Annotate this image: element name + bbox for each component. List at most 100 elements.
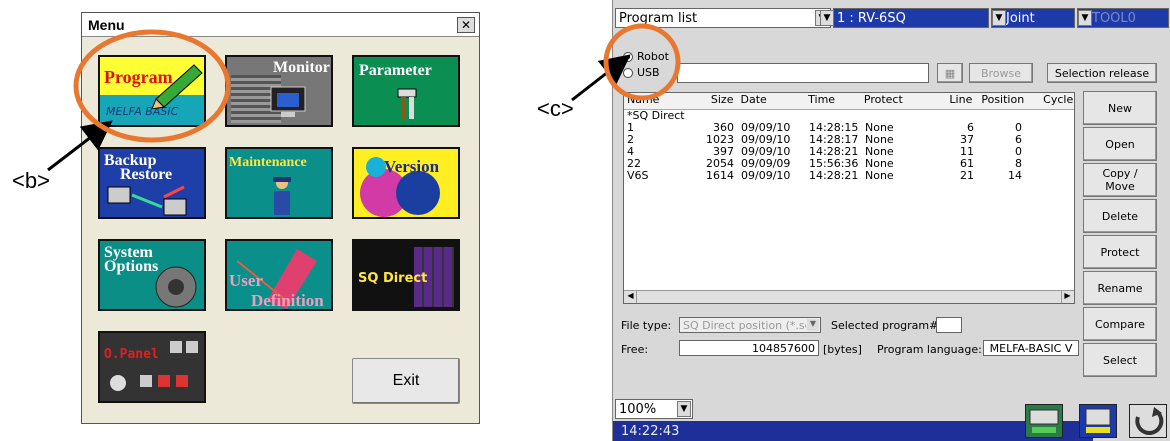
table-row[interactable]: *SQ Direct: [624, 110, 1074, 122]
zoom-value: 100%: [619, 401, 657, 417]
menu-button[interactable]: [1079, 404, 1117, 438]
monitor-icon: [270, 86, 306, 117]
menu-window: Menu ✕ Program MELFA BASIC Monitor Param…: [81, 12, 480, 424]
new-button[interactable]: New: [1083, 91, 1157, 125]
robot-radio-button[interactable]: [623, 51, 633, 62]
table-row[interactable]: 2 1023 09/09/10 14:28:17 None 37 6: [624, 134, 1074, 146]
column-header[interactable]: Protect: [861, 93, 929, 109]
chevron-down-icon[interactable]: ▼: [807, 319, 819, 331]
open-button[interactable]: Open: [1083, 127, 1157, 161]
robot-radio[interactable]: Robot: [623, 50, 669, 63]
zoom-combo[interactable]: 100% ▼: [615, 399, 693, 419]
column-header[interactable]: Cycle: [1040, 93, 1074, 109]
jog-mode-value: Joint: [1006, 10, 1035, 26]
maintenance-tile[interactable]: Maintenance: [225, 147, 333, 219]
table-cell: 0: [1015, 146, 1022, 158]
user-definition-tile[interactable]: User Definition: [225, 239, 333, 311]
menu-icon: [1085, 408, 1111, 433]
column-header[interactable]: Size: [686, 93, 738, 109]
selection-release-button[interactable]: Selection release: [1047, 63, 1157, 83]
table-row[interactable]: 4 397 09/09/10 14:28:21 None 11 0: [624, 146, 1074, 158]
horizontal-scrollbar[interactable]: ◀ ▶: [624, 290, 1074, 303]
delete-button[interactable]: Delete: [1083, 199, 1157, 233]
chevron-down-icon[interactable]: ▼: [1078, 10, 1092, 26]
robot-combo[interactable]: 1 : RV-6SQ ▼: [820, 8, 989, 28]
sq-direct-tile[interactable]: SQ Direct: [352, 239, 460, 311]
gear-icon: [155, 266, 197, 308]
column-header[interactable]: Time: [805, 93, 861, 109]
menu-titlebar: Menu ✕: [82, 13, 479, 37]
program-file-list[interactable]: Name Size Date Time Protect Line Positio…: [623, 92, 1075, 304]
table-cell: 14:28:17: [809, 134, 859, 146]
exit-button[interactable]: Exit: [352, 358, 460, 404]
version-tile[interactable]: Version: [352, 147, 460, 219]
chevron-down-icon[interactable]: ▼: [992, 10, 1006, 26]
compare-button[interactable]: Compare: [1083, 307, 1157, 341]
table-row[interactable]: 22 2054 09/09/09 15:56:36 None 61 8: [624, 158, 1074, 170]
column-header[interactable]: Position: [978, 93, 1040, 109]
annotation-c-label: <c>: [537, 96, 574, 121]
table-cell: 4: [627, 146, 634, 158]
file-type-select[interactable]: SQ Direct position (*.sdp ▼: [679, 317, 821, 333]
parameter-label: Parameter: [359, 62, 432, 79]
selected-program-input[interactable]: [936, 317, 962, 333]
program-tile[interactable]: Program MELFA BASIC: [98, 55, 206, 127]
column-header[interactable]: Name: [624, 93, 686, 109]
table-cell: 397: [713, 146, 734, 158]
table-cell: 09/09/10: [741, 122, 791, 134]
table-cell: 22: [627, 158, 641, 170]
status-bar: 14:22:43: [613, 421, 1093, 441]
table-cell: None: [865, 170, 894, 182]
list-rows: *SQ Direct 1 360 09/09/10 14:28:15 None 6 0 2 102…: [624, 110, 1074, 182]
table-cell: 14:28:21: [809, 146, 859, 158]
chevron-down-icon[interactable]: ▼: [677, 401, 691, 417]
table-cell: 11: [960, 146, 974, 158]
table-cell: None: [865, 122, 894, 134]
table-cell: None: [865, 158, 894, 170]
backup-restore-tile[interactable]: Backup Restore: [98, 147, 206, 219]
browse-button[interactable]: Browse: [969, 63, 1033, 83]
close-button[interactable]: ✕: [457, 16, 475, 33]
table-cell: 21: [960, 170, 974, 182]
rename-button[interactable]: Rename: [1083, 271, 1157, 305]
free-bytes-value: 104857600: [752, 341, 815, 355]
table-cell: 1614: [706, 170, 734, 182]
usb-path-input[interactable]: [677, 63, 929, 83]
keyboard-button[interactable]: [1025, 404, 1063, 438]
column-header[interactable]: Line: [929, 93, 979, 109]
usb-radio-button[interactable]: [623, 67, 633, 78]
scroll-right-icon[interactable]: ▶: [1061, 291, 1073, 303]
operation-panel-tile[interactable]: O.Panel: [98, 331, 206, 403]
table-cell: None: [865, 146, 894, 158]
folder-button[interactable]: ▦: [937, 63, 963, 83]
list-header: Name Size Date Time Protect Line Positio…: [624, 93, 1074, 110]
chevron-down-icon[interactable]: ▼: [820, 10, 834, 26]
free-label: Free:: [621, 343, 649, 356]
tool-combo[interactable]: TOOL0 ▼: [1077, 8, 1169, 28]
system-options-tile[interactable]: System Options: [98, 239, 206, 311]
protect-button[interactable]: Protect: [1083, 235, 1157, 269]
jog-mode-combo[interactable]: Joint ▼: [991, 8, 1075, 28]
restore-label: Restore: [120, 166, 173, 183]
copy-move-button[interactable]: Copy / Move: [1083, 163, 1157, 197]
table-cell: 15:56:36: [809, 158, 859, 170]
column-header[interactable]: Date: [737, 93, 805, 109]
table-cell: [980, 110, 1042, 122]
program-language-field: MELFA-BASIC V: [983, 340, 1079, 356]
pencil-icon: [151, 64, 203, 109]
table-cell: 1: [627, 122, 634, 134]
table-row[interactable]: V6S 1614 09/09/10 14:28:21 None 21 14: [624, 170, 1074, 182]
usb-radio[interactable]: USB: [623, 66, 660, 79]
selected-program-label: Selected program#:: [831, 319, 943, 332]
table-cell: V6S: [627, 170, 649, 182]
parameter-tile[interactable]: Parameter: [352, 55, 460, 127]
select-button[interactable]: Select: [1083, 343, 1157, 377]
table-row[interactable]: 1 360 09/09/10 14:28:15 None 6 0: [624, 122, 1074, 134]
program-list-combo[interactable]: Program list ▼: [615, 8, 831, 28]
scroll-left-icon[interactable]: ◀: [625, 291, 637, 303]
monitor-tile[interactable]: Monitor: [225, 55, 333, 127]
return-button[interactable]: [1129, 404, 1167, 438]
table-cell: [930, 110, 980, 122]
monitor-label: Monitor: [273, 59, 330, 76]
annotation-b-label: <b>: [12, 168, 50, 193]
